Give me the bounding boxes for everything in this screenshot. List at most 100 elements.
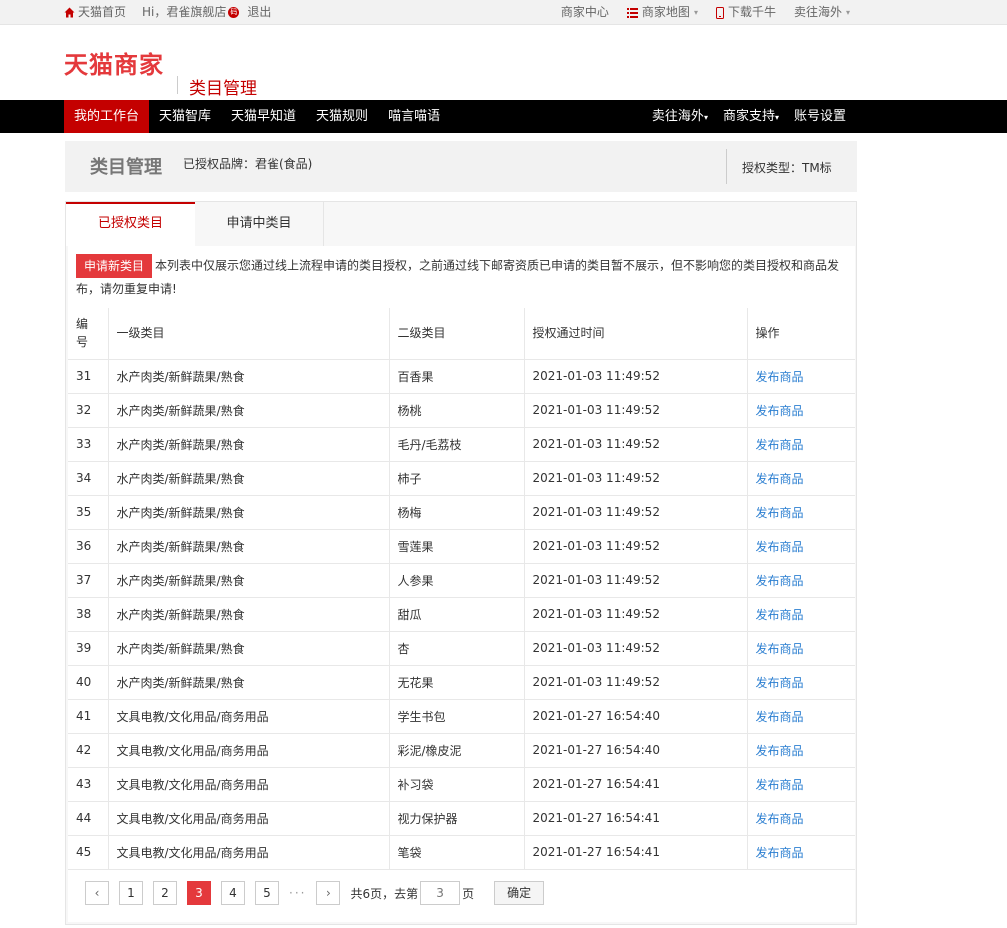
nav-tmall-rules[interactable]: 天猫规则 [306, 100, 378, 133]
col-header-level2: 二级类目 [389, 308, 525, 360]
prev-page-button[interactable]: ‹ [85, 881, 109, 905]
chevron-down-icon: ▾ [845, 8, 850, 17]
cell-level2: 补习袋 [389, 767, 525, 802]
page-1-button[interactable]: 1 [119, 881, 143, 905]
tmall-home-label: 天猫首页 [78, 5, 127, 19]
publish-product-link[interactable]: 发布商品 [756, 540, 804, 554]
next-page-button[interactable]: › [316, 881, 341, 905]
cell-level2: 彩泥/橡皮泥 [389, 733, 525, 768]
publish-product-link[interactable]: 发布商品 [756, 778, 804, 792]
cell-level2: 杨梅 [389, 495, 525, 530]
nav-merchant-support-label: 商家支持 [722, 109, 775, 124]
page-3-button[interactable]: 3 [187, 881, 211, 905]
nav-miao-talk[interactable]: 喵言喵语 [378, 100, 450, 133]
page-5-button[interactable]: 5 [255, 881, 279, 905]
cell-level2: 杨桃 [389, 393, 525, 428]
authorized-brand: 已授权品牌：君雀(食品) [183, 157, 313, 171]
confirm-page-button[interactable]: 确定 [494, 881, 545, 905]
title-divider [726, 149, 727, 184]
table-body: 31 水产肉类/新鲜蔬果/熟食 百香果 2021-01-03 11:49:52 发布商品… [68, 359, 855, 870]
cell-number: 45 [68, 835, 109, 870]
publish-product-link[interactable]: 发布商品 [756, 506, 804, 520]
page-2-button[interactable]: 2 [153, 881, 177, 905]
publish-product-link[interactable]: 发布商品 [756, 574, 804, 588]
publish-product-link[interactable]: 发布商品 [756, 608, 804, 622]
table-row: 43 文具电教/文化用品/商务用品 补习袋 2021-01-27 16:54:41 发布… [68, 767, 855, 802]
cell-action: 发布商品 [747, 461, 855, 496]
cell-action: 发布商品 [747, 801, 855, 836]
publish-product-link[interactable]: 发布商品 [756, 710, 804, 724]
table-row: 39 水产肉类/新鲜蔬果/熟食杏 2021-01-03 11:49:52 发布商品 [68, 631, 855, 666]
table-row: 45 文具电教/文化用品/商务用品 笔袋 2021-01-27 16:54:41 发布商… [68, 835, 855, 870]
merchant-map-link[interactable]: 商家地图 ▾ [626, 0, 698, 25]
sell-overseas-top-label: 卖往海外 [793, 5, 842, 19]
publish-product-link[interactable]: 发布商品 [756, 404, 804, 418]
page-unit-text: 页 [462, 886, 475, 901]
publish-product-link[interactable]: 发布商品 [756, 676, 804, 690]
tmall-home-link[interactable]: 天猫首页 [64, 0, 126, 25]
cell-time: 2021-01-03 11:49:52 [524, 359, 748, 394]
apply-new-category-button[interactable]: 申请新类目 [76, 254, 153, 278]
cell-action: 发布商品 [747, 359, 855, 394]
table-row: 40 水产肉类/新鲜蔬果/熟食 无花果 2021-01-03 11:49:52 发布商品 [68, 665, 855, 700]
category-table: 编号 一级类目 二级类目 授权通过时间 操作 31 水产肉类/新鲜蔬果/熟食 百香果… [68, 308, 855, 870]
cell-action: 发布商品 [747, 699, 855, 734]
publish-product-link[interactable]: 发布商品 [756, 370, 804, 384]
cell-number: 40 [68, 665, 109, 700]
cell-level1: 水产肉类/新鲜蔬果/熟食 [108, 461, 390, 496]
site-header: 天猫商家 类目管理 [0, 25, 1007, 100]
cell-action: 发布商品 [747, 631, 855, 666]
publish-product-link[interactable]: 发布商品 [756, 438, 804, 452]
table-row: 32 水产肉类/新鲜蔬果/熟食 杨桃 2021-01-03 11:49:52 发布商品 [68, 393, 855, 428]
top-strip: 天猫首页 Hi，君雀旗舰店 码 退出 商家中心 商家地图 ▾ 下载千牛 卖往海外 ▾ [0, 0, 1007, 25]
list-icon [626, 7, 638, 18]
sell-overseas-top-link[interactable]: 卖往海外 ▾ [794, 0, 850, 25]
cell-time: 2021-01-27 16:54:40 [524, 699, 748, 734]
total-pages-text: 共6页，去第 [350, 886, 419, 901]
download-qianniu-label: 下载千牛 [727, 5, 776, 19]
cell-time: 2021-01-03 11:49:52 [524, 495, 748, 530]
goto-page-input[interactable] [420, 881, 461, 905]
tmall-merchant-logo[interactable]: 天猫商家 [64, 45, 164, 80]
nav-my-workbench[interactable]: 我的工作台 [64, 100, 150, 133]
table-row: 36 水产肉类/新鲜蔬果/熟食 雪莲果 2021-01-03 11:49:52 发布商品 [68, 529, 855, 564]
logout-link[interactable]: 退出 [247, 0, 271, 25]
publish-product-link[interactable]: 发布商品 [756, 812, 804, 826]
pagination-ellipsis: ··· [289, 886, 307, 900]
tab-authorized-categories[interactable]: 已授权类目 [66, 202, 195, 246]
nav-tmall-early-know[interactable]: 天猫早知道 [221, 100, 306, 133]
cell-time: 2021-01-03 11:49:52 [524, 597, 748, 632]
home-icon [64, 7, 75, 18]
publish-product-link[interactable]: 发布商品 [756, 846, 804, 860]
cell-level2: 柿子 [389, 461, 525, 496]
table-header-row: 编号 一级类目 二级类目 授权通过时间 操作 [68, 308, 855, 360]
publish-product-link[interactable]: 发布商品 [756, 744, 804, 758]
cell-time: 2021-01-27 16:54:41 [524, 767, 748, 802]
cell-level1: 水产肉类/新鲜蔬果/熟食 [108, 631, 390, 666]
cell-level1: 水产肉类/新鲜蔬果/熟食 [108, 393, 390, 428]
tab-pending-categories[interactable]: 申请中类目 [195, 202, 324, 246]
phone-icon [715, 6, 724, 19]
merchant-center-link[interactable]: 商家中心 [561, 0, 609, 25]
cell-level1: 水产肉类/新鲜蔬果/熟食 [108, 495, 390, 530]
nav-sell-overseas[interactable]: 卖往海外▾ [637, 100, 708, 133]
cell-number: 33 [68, 427, 109, 462]
cell-level1: 水产肉类/新鲜蔬果/熟食 [108, 665, 390, 700]
nav-merchant-support[interactable]: 商家支持▾ [708, 100, 779, 133]
page-4-button[interactable]: 4 [221, 881, 245, 905]
cell-number: 42 [68, 733, 109, 768]
publish-product-link[interactable]: 发布商品 [756, 472, 804, 486]
col-header-number: 编号 [68, 308, 109, 360]
publish-product-link[interactable]: 发布商品 [756, 642, 804, 656]
cell-time: 2021-01-27 16:54:41 [524, 835, 748, 870]
download-qianniu-link[interactable]: 下载千牛 [715, 0, 776, 25]
cell-level1: 文具电教/文化用品/商务用品 [108, 835, 390, 870]
cell-level2: 毛丹/毛荔枝 [389, 427, 525, 462]
nav-account-settings[interactable]: 账号设置 [779, 100, 846, 133]
main-nav: 我的工作台 天猫智库 天猫早知道 天猫规则 喵言喵语 卖往海外▾ 商家支持▾ 账… [0, 100, 1007, 133]
col-header-action: 操作 [747, 308, 855, 360]
cell-level2: 雪莲果 [389, 529, 525, 564]
cell-action: 发布商品 [747, 495, 855, 530]
nav-tmall-think-tank[interactable]: 天猫智库 [149, 100, 221, 133]
cell-action: 发布商品 [747, 597, 855, 632]
